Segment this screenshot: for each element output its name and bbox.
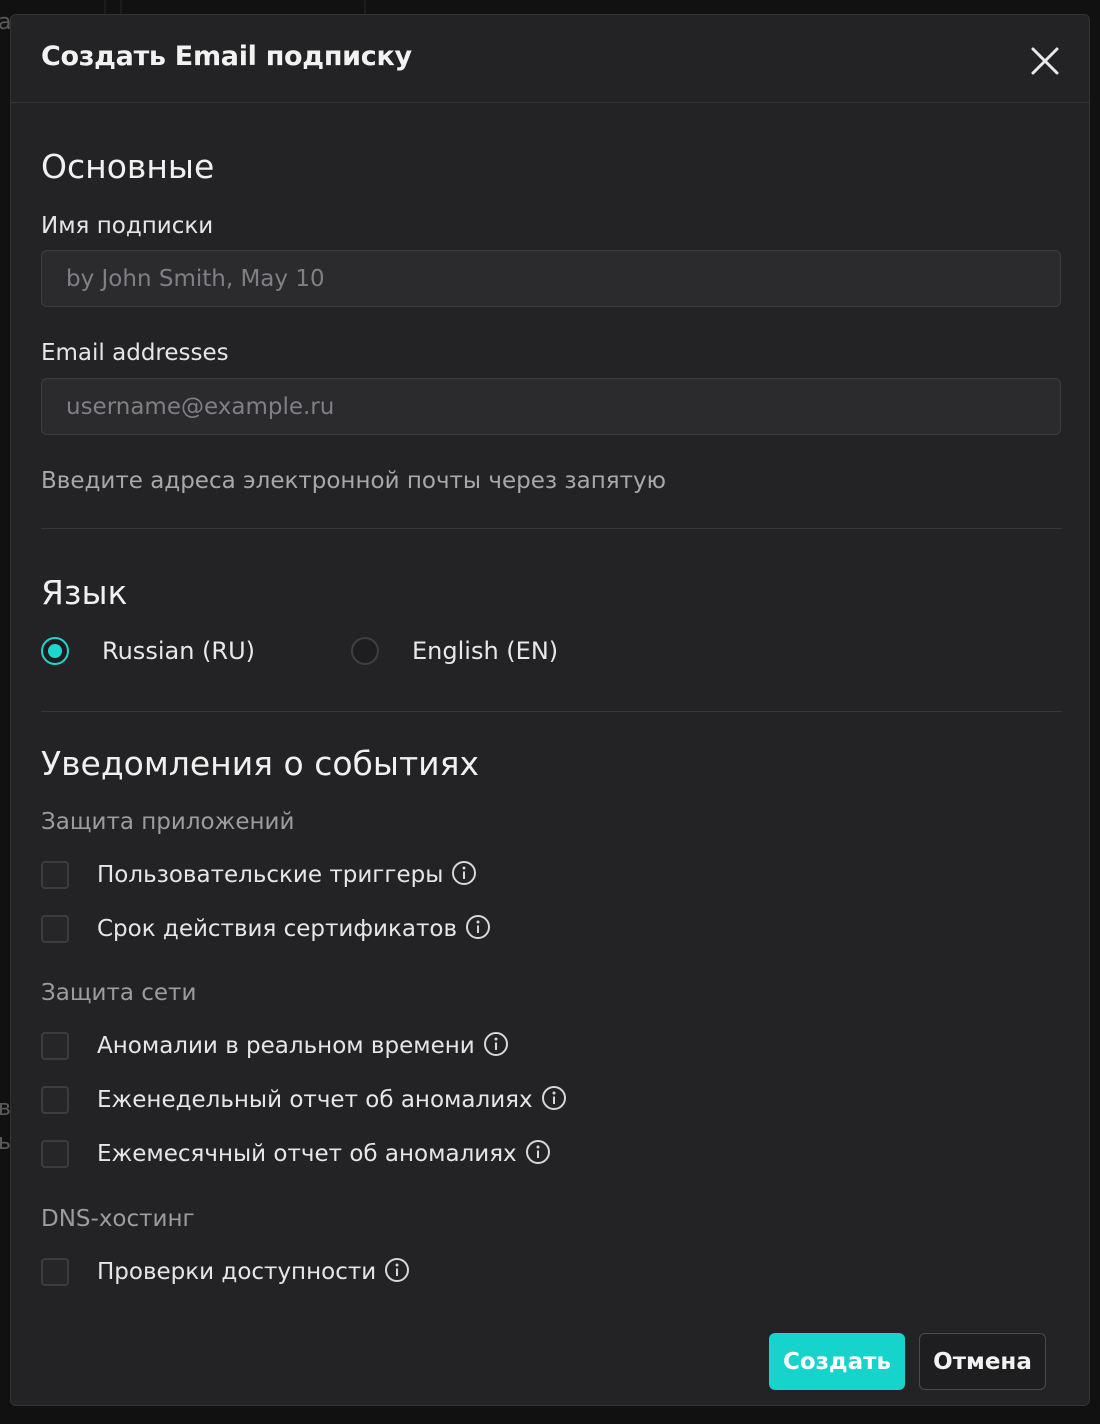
- subscription-name-input[interactable]: [41, 250, 1061, 307]
- checkbox-label: Срок действия сертификатов: [97, 916, 457, 942]
- info-icon[interactable]: [384, 1257, 410, 1283]
- checkbox-row-availability-checks[interactable]: Проверки доступности: [41, 1258, 410, 1286]
- checkbox[interactable]: [41, 915, 69, 943]
- backdrop-divider: [104, 0, 106, 14]
- info-icon[interactable]: [483, 1031, 509, 1057]
- checkbox-label: Пользовательские триггеры: [97, 862, 444, 888]
- info-icon[interactable]: [451, 860, 477, 886]
- checkbox-label: Еженедельный отчет об аномалиях: [97, 1087, 533, 1113]
- checkbox[interactable]: [41, 1140, 69, 1168]
- checkbox[interactable]: [41, 1032, 69, 1060]
- radio-label: English (EN): [412, 637, 559, 665]
- language-option-ru[interactable]: Russian (RU): [41, 637, 255, 665]
- backdrop-divider: [120, 0, 122, 14]
- email-addresses-hint: Введите адреса электронной почты через з…: [41, 468, 666, 494]
- group-label-network-protection: Защита сети: [41, 980, 197, 1006]
- checkbox[interactable]: [41, 1086, 69, 1114]
- group-label-app-protection: Защита приложений: [41, 809, 295, 835]
- checkbox-row-certificate-expiry[interactable]: Срок действия сертификатов: [41, 915, 491, 943]
- create-button[interactable]: Создать: [769, 1333, 905, 1390]
- info-icon[interactable]: [465, 914, 491, 940]
- radio-unselected[interactable]: [351, 637, 379, 665]
- checkbox-label: Ежемесячный отчет об аномалиях: [97, 1141, 517, 1167]
- checkbox[interactable]: [41, 1258, 69, 1286]
- email-addresses-input[interactable]: [41, 378, 1061, 435]
- checkbox-row-realtime-anomalies[interactable]: Аномалии в реальном времени: [41, 1032, 509, 1060]
- checkbox-label: Проверки доступности: [97, 1259, 377, 1285]
- create-email-subscription-dialog: Создать Email подписку Основные Имя подп…: [10, 14, 1090, 1406]
- checkbox[interactable]: [41, 861, 69, 889]
- cancel-button[interactable]: Отмена: [919, 1333, 1046, 1390]
- language-option-en[interactable]: English (EN): [351, 637, 558, 665]
- checkbox-row-weekly-report[interactable]: Еженедельный отчет об аномалиях: [41, 1086, 567, 1114]
- checkbox-row-monthly-report[interactable]: Ежемесячный отчет об аномалиях: [41, 1140, 551, 1168]
- backdrop-divider: [364, 0, 366, 14]
- checkbox-row-custom-triggers[interactable]: Пользовательские триггеры: [41, 861, 477, 889]
- radio-selected[interactable]: [41, 637, 69, 665]
- radio-label: Russian (RU): [102, 637, 255, 665]
- info-icon[interactable]: [525, 1139, 551, 1165]
- section-divider: [41, 711, 1061, 712]
- close-icon: [1031, 47, 1059, 75]
- dialog-title: Создать Email подписку: [41, 41, 412, 72]
- checkbox-label: Аномалии в реальном времени: [97, 1033, 475, 1059]
- section-title-basics: Основные: [41, 147, 215, 186]
- group-label-dns-hosting: DNS-хостинг: [41, 1206, 195, 1232]
- subscription-name-label: Имя подписки: [41, 213, 214, 239]
- email-addresses-label: Email addresses: [41, 340, 229, 366]
- section-divider: [41, 528, 1061, 529]
- section-title-notifications: Уведомления о событиях: [41, 744, 479, 783]
- dialog-header: Создать Email подписку: [11, 15, 1089, 103]
- info-icon[interactable]: [541, 1085, 567, 1111]
- section-title-language: Язык: [41, 573, 128, 612]
- close-button[interactable]: [1025, 41, 1065, 81]
